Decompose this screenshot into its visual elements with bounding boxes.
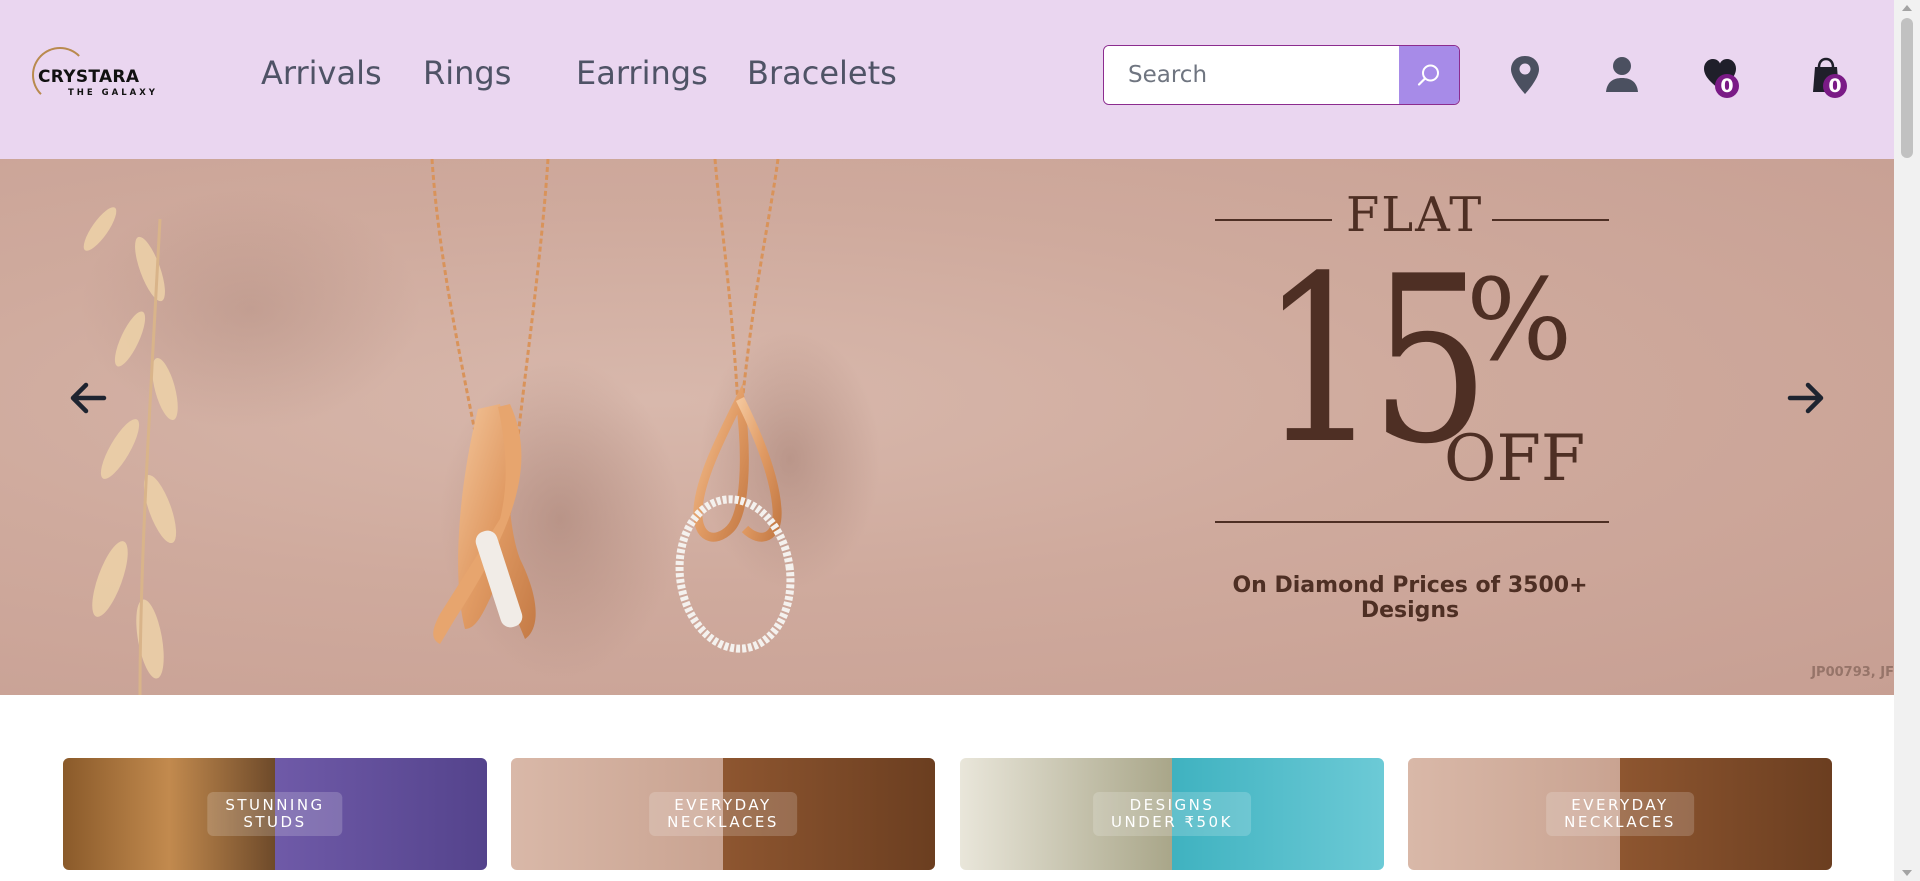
hero-banner[interactable]: FLAT 15 % OFF On Diamond Prices of 3500+… xyxy=(0,159,1894,695)
promo-off-label: OFF xyxy=(1444,422,1586,496)
nav-item-arrivals[interactable]: Arrivals xyxy=(261,54,382,92)
tile-label: EVERYDAY NECKLACES xyxy=(649,792,797,836)
nav-item-rings[interactable]: Rings xyxy=(423,54,511,92)
brand-logo[interactable]: CRYSTARA THE GALAXY xyxy=(30,45,190,105)
cart-button[interactable]: 0 xyxy=(1807,52,1851,102)
tile-label-line2: NECKLACES xyxy=(667,813,779,831)
product-code-caption: JP00793, JF xyxy=(1811,665,1894,680)
promo-divider xyxy=(1215,219,1332,221)
search-button[interactable] xyxy=(1399,46,1459,104)
location-pin-icon xyxy=(1511,56,1539,94)
promo-divider xyxy=(1492,219,1609,221)
tile-label-line1: STUNNING xyxy=(225,796,325,814)
tile-label: STUNNING STUDS xyxy=(207,792,343,836)
page-scrollbar[interactable] xyxy=(1894,0,1920,881)
scrollbar-thumb[interactable] xyxy=(1901,18,1913,158)
tile-label-line2: UNDER ₹50K xyxy=(1111,813,1233,831)
cart-count-badge: 0 xyxy=(1823,74,1847,98)
scroll-up-icon[interactable] xyxy=(1902,5,1912,11)
site-header: CRYSTARA THE GALAXY Arrivals Rings Earri… xyxy=(0,0,1894,159)
promo-block: FLAT 15 % OFF On Diamond Prices of 3500+… xyxy=(1180,187,1640,623)
category-tile-stunning-studs[interactable]: STUNNING STUDS xyxy=(63,758,487,870)
tile-label: DESIGNS UNDER ₹50K xyxy=(1093,792,1251,836)
nav-item-bracelets[interactable]: Bracelets xyxy=(747,54,897,92)
tile-label-line2: STUDS xyxy=(243,813,307,831)
promo-divider xyxy=(1215,521,1609,523)
arrow-left-icon xyxy=(70,382,107,414)
category-tile-designs-under-50k[interactable]: DESIGNS UNDER ₹50K xyxy=(960,758,1384,870)
hero-next-button[interactable] xyxy=(1782,374,1830,422)
search-icon xyxy=(1417,64,1439,86)
arrow-right-icon xyxy=(1787,382,1824,414)
tile-label-line1: EVERYDAY xyxy=(674,796,772,814)
brand-name: CRYSTARA xyxy=(38,67,140,87)
category-tile-everyday-necklaces[interactable]: EVERYDAY NECKLACES xyxy=(511,758,935,870)
tile-label-line1: DESIGNS xyxy=(1129,796,1215,814)
tile-label-line1: EVERYDAY xyxy=(1571,796,1669,814)
search-input[interactable] xyxy=(1104,46,1402,104)
hero-prev-button[interactable] xyxy=(64,374,112,422)
tile-label: EVERYDAY NECKLACES xyxy=(1546,792,1694,836)
tile-label-line2: NECKLACES xyxy=(1564,813,1676,831)
promo-subline: On Diamond Prices of 3500+ Designs xyxy=(1232,573,1588,623)
user-icon xyxy=(1606,57,1638,92)
wishlist-button[interactable]: 0 xyxy=(1700,52,1744,102)
scroll-down-icon[interactable] xyxy=(1902,870,1912,876)
account-button[interactable] xyxy=(1600,52,1644,102)
wishlist-count-badge: 0 xyxy=(1715,74,1739,98)
store-locator-button[interactable] xyxy=(1503,52,1547,102)
brand-tagline: THE GALAXY xyxy=(68,88,158,98)
promo-percent-sign: % xyxy=(1466,256,1573,386)
nav-item-earrings[interactable]: Earrings xyxy=(576,54,708,92)
category-tile-everyday-necklaces[interactable]: EVERYDAY NECKLACES xyxy=(1408,758,1832,870)
search-box xyxy=(1103,45,1460,105)
